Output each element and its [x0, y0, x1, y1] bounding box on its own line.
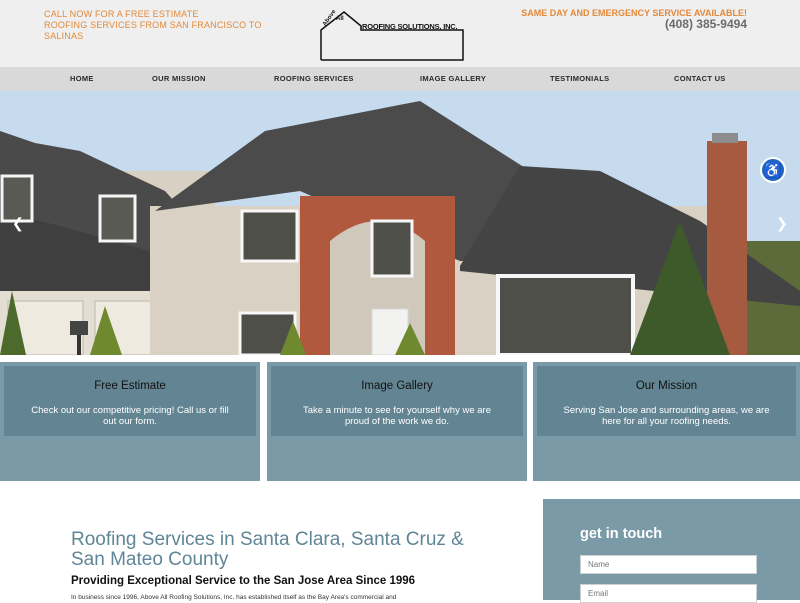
feature-title: Our Mission: [635, 380, 698, 392]
main-navigation: HOME OUR MISSION ROOFING SERVICES IMAGE …: [0, 67, 800, 91]
slider-prev-arrow-icon[interactable]: ❮: [12, 215, 24, 232]
feature-panel: Image Gallery Take a minute to see for y…: [271, 366, 523, 436]
call-to-action-text: CALL NOW FOR A FREE ESTIMATE ROOFING SER…: [44, 9, 274, 42]
feature-panel: Free Estimate Check out our competitive …: [4, 366, 256, 436]
contact-form-panel: get in touch: [543, 499, 800, 603]
nav-item-image-gallery[interactable]: IMAGE GALLERY: [420, 74, 486, 83]
accessibility-icon[interactable]: ♿: [760, 157, 786, 183]
feature-panel: Our Mission Serving San Jose and surroun…: [537, 366, 796, 436]
house-photo-image: [0, 91, 800, 355]
cta-line-2: ROOFING SERVICES FROM SAN FRANCISCO TO S…: [44, 20, 262, 41]
feature-text: Take a minute to see for yourself why we…: [303, 405, 491, 427]
slider-next-arrow-icon[interactable]: ❯: [776, 215, 788, 232]
feature-image-gallery[interactable]: Image Gallery Take a minute to see for y…: [267, 362, 527, 481]
hero-slider: ❮ ❯ ♿: [0, 91, 800, 355]
feature-boxes: Free Estimate Check out our competitive …: [0, 362, 800, 481]
nav-item-roofing-services[interactable]: ROOFING SERVICES: [274, 74, 354, 83]
feature-our-mission[interactable]: Our Mission Serving San Jose and surroun…: [533, 362, 800, 481]
feature-title: Image Gallery: [361, 380, 433, 392]
phone-number[interactable]: (408) 385-9494: [665, 17, 747, 31]
feature-text: Check out our competitive pricing! Call …: [31, 405, 229, 427]
top-header: CALL NOW FOR A FREE ESTIMATE ROOFING SER…: [0, 0, 800, 67]
page-subtitle: Providing Exceptional Service to the San…: [71, 575, 416, 587]
company-logo[interactable]: All ROOFING SOLUTIONS, INC. Above: [316, 8, 468, 62]
nav-item-testimonials[interactable]: TESTIMONIALS: [550, 74, 609, 83]
feature-text: Serving San Jose and surrounding areas, …: [563, 405, 770, 427]
cta-line-1: CALL NOW FOR A FREE ESTIMATE: [44, 9, 199, 19]
feature-title: Free Estimate: [94, 380, 166, 392]
feature-free-estimate[interactable]: Free Estimate Check out our competitive …: [0, 362, 260, 481]
page-title: Roofing Services in Santa Clara, Santa C…: [71, 529, 464, 570]
logo-all-text: All: [336, 16, 344, 22]
contact-title: get in touch: [580, 526, 663, 542]
nav-item-contact-us[interactable]: CONTACT US: [674, 74, 726, 83]
email-field[interactable]: [580, 584, 757, 603]
name-field[interactable]: [580, 555, 757, 574]
nav-item-our-mission[interactable]: OUR MISSION: [152, 74, 206, 83]
nav-item-home[interactable]: HOME: [70, 74, 94, 83]
logo-company-name: ROOFING SOLUTIONS, INC.: [362, 22, 458, 31]
